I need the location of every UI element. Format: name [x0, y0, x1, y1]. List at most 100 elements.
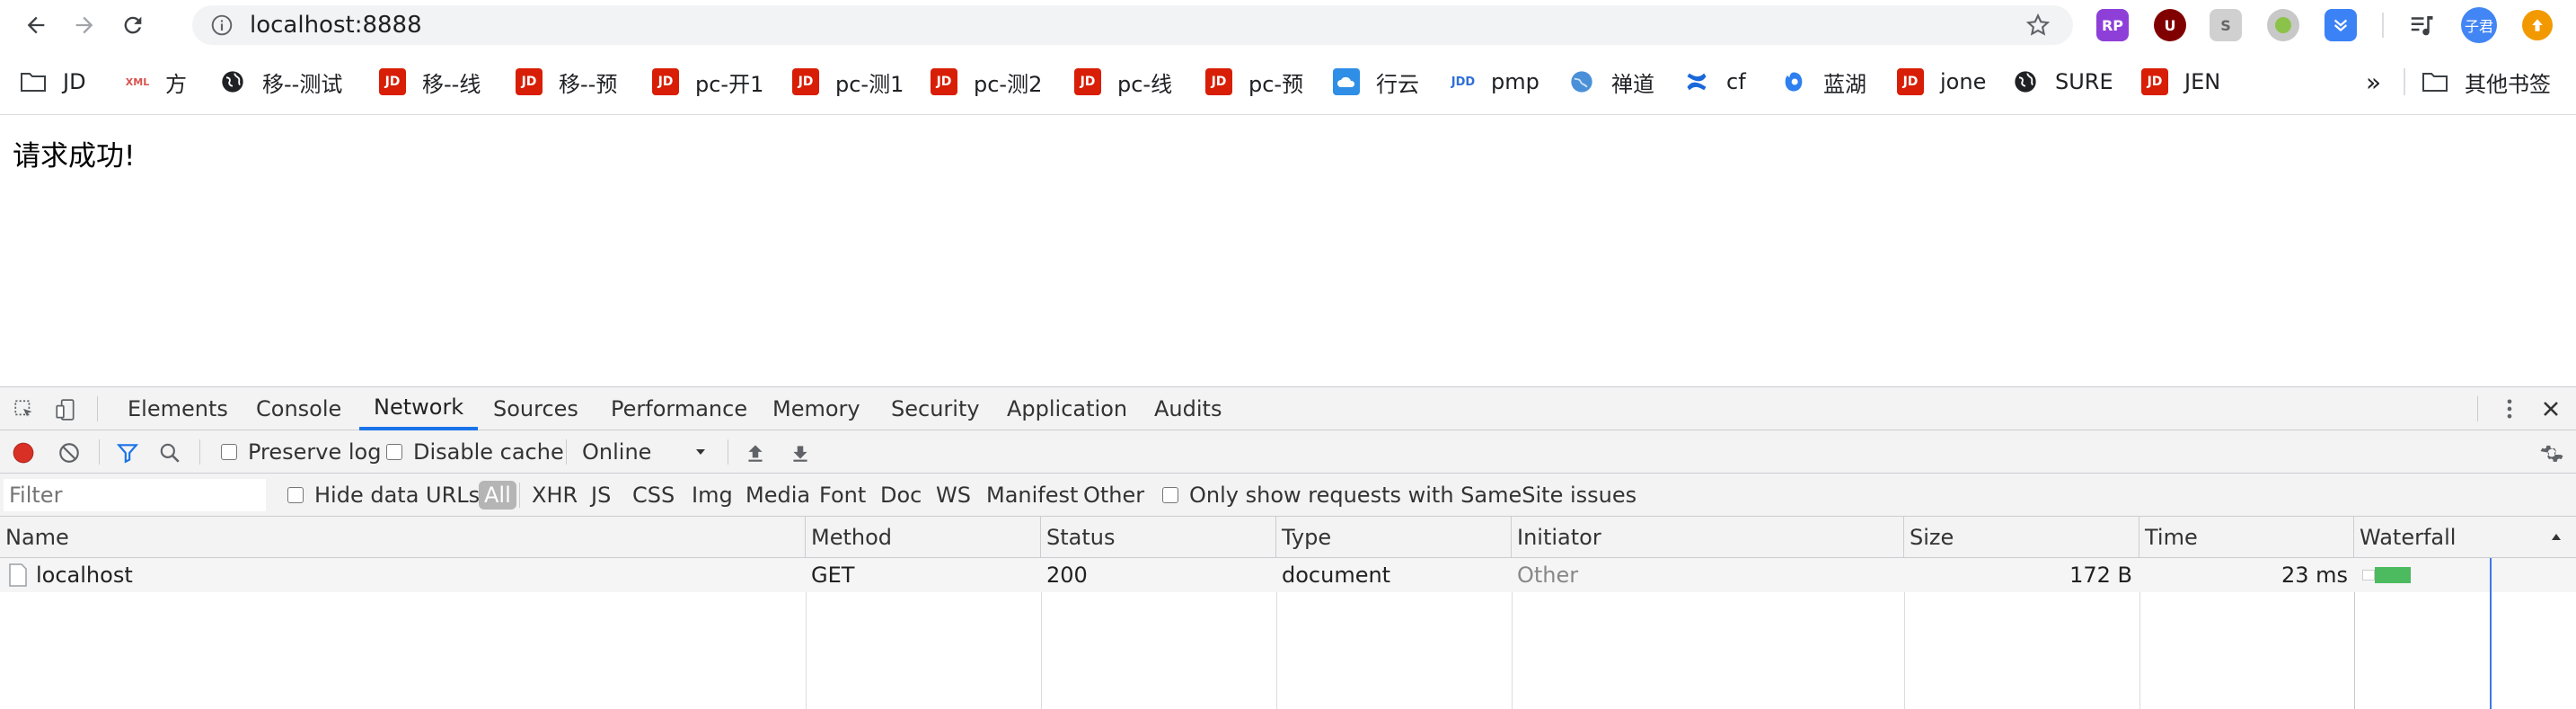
bookmark-label: pmp [1491, 69, 1539, 94]
tab-audits[interactable]: Audits [1154, 387, 1222, 430]
bookmarks-overflow-button[interactable]: » [2366, 50, 2381, 113]
bookmark-item[interactable]: JD pc-预 [1205, 50, 1303, 113]
bookmark-item[interactable]: 禅道 [1568, 50, 1654, 113]
device-toolbar-icon[interactable] [54, 398, 77, 421]
tab-performance[interactable]: Performance [611, 387, 747, 430]
type-filter-js[interactable]: JS [591, 474, 611, 517]
bookmarks-bar: JD XML 方 移--测试 JD 移--线 JD 移--预 JD pc-开1 JD pc… [0, 50, 2576, 115]
filter-toggle-button[interactable] [115, 441, 140, 465]
type-filter-label: Img [692, 483, 733, 508]
type-filter-img[interactable]: Img [692, 474, 733, 517]
preserve-log-checkbox[interactable]: Preserve log [221, 430, 381, 474]
column-header-time[interactable]: Time [2139, 517, 2354, 558]
type-filter-media[interactable]: Media [745, 474, 810, 517]
type-filter-all[interactable]: All [479, 481, 516, 510]
table-row[interactable]: localhost GET 200 document Other 172 B 2… [0, 558, 2576, 592]
reload-button[interactable] [115, 7, 151, 43]
s-extension-label: S [2220, 16, 2231, 34]
rp-extension-icon[interactable]: RP [2096, 9, 2129, 41]
samesite-checkbox[interactable]: Only show requests with SameSite issues [1162, 474, 1636, 517]
tab-application[interactable]: Application [1007, 387, 1127, 430]
bookmark-item[interactable]: JD JEN [2141, 50, 2220, 113]
site-info-icon[interactable] [210, 13, 234, 37]
column-header-name[interactable]: Name [0, 517, 806, 558]
preserve-log-label: Preserve log [248, 439, 382, 465]
column-header-initiator[interactable]: Initiator [1512, 517, 1904, 558]
tab-console[interactable]: Console [256, 387, 341, 430]
tab-elements[interactable]: Elements [128, 387, 228, 430]
checkbox-box[interactable] [386, 444, 402, 460]
network-settings-button[interactable] [2538, 439, 2565, 466]
ublock-icon[interactable]: U [2154, 9, 2186, 41]
gear-icon [2540, 445, 2563, 462]
column-header-size[interactable]: Size [1904, 517, 2139, 558]
throttling-select[interactable]: Online [582, 430, 708, 474]
type-filter-other[interactable]: Other [1083, 474, 1144, 517]
checkbox-box[interactable] [287, 487, 304, 503]
bookmark-item[interactable]: cf [1683, 50, 1746, 113]
more-options-icon[interactable] [2497, 396, 2522, 421]
bookmark-item[interactable]: 行云 [1333, 50, 1419, 113]
download-extension-icon[interactable] [2325, 9, 2357, 41]
address-bar[interactable]: localhost:8888 [192, 5, 2073, 45]
type-filter-ws[interactable]: WS [936, 474, 971, 517]
bookmark-star-icon[interactable] [2025, 12, 2051, 39]
type-filter-xhr[interactable]: XHR [532, 474, 578, 517]
search-button[interactable] [158, 441, 181, 465]
bookmark-item[interactable]: JD jone [1897, 50, 1986, 113]
request-name-cell[interactable]: localhost [4, 558, 133, 592]
search-icon [160, 443, 180, 463]
s-extension-icon[interactable]: S [2210, 9, 2242, 41]
type-filter-doc[interactable]: Doc [880, 474, 922, 517]
media-control-icon[interactable] [2405, 9, 2438, 41]
bookmark-label: 方 [165, 71, 187, 97]
type-filter-manifest[interactable]: Manifest [986, 474, 1078, 517]
type-filter-css[interactable]: CSS [632, 474, 675, 517]
bookmark-item[interactable]: JDD pmp [1448, 50, 1539, 113]
tab-network[interactable]: Network [359, 387, 479, 430]
bookmark-item[interactable]: SURE [2012, 50, 2113, 113]
filter-input[interactable] [4, 479, 266, 511]
type-filter-label: Font [819, 483, 867, 508]
lanhu-icon [1780, 68, 1807, 95]
disable-cache-checkbox[interactable]: Disable cache [386, 430, 564, 474]
url-text[interactable]: localhost:8888 [250, 12, 422, 39]
bookmark-label: 蓝湖 [1823, 71, 1866, 97]
profile-avatar[interactable]: 子君 [2461, 7, 2497, 43]
close-devtools-icon[interactable] [2538, 396, 2563, 421]
bookmark-item[interactable]: 蓝湖 [1780, 50, 1866, 113]
clear-button[interactable] [57, 441, 81, 465]
column-header-type[interactable]: Type [1276, 517, 1512, 558]
hide-data-urls-checkbox[interactable]: Hide data URLs [287, 474, 480, 517]
column-header-waterfall[interactable]: Waterfall [2354, 517, 2576, 558]
checkbox-box[interactable] [1162, 487, 1178, 503]
import-har-button[interactable] [744, 441, 767, 465]
bookmark-item[interactable]: 移--测试 [219, 50, 342, 113]
bookmark-item[interactable]: JD 移--预 [516, 50, 617, 113]
bookmark-item[interactable]: JD pc-测2 [931, 50, 1042, 113]
bookmark-item[interactable]: JD 移--线 [379, 50, 481, 113]
export-har-button[interactable] [789, 441, 812, 465]
tab-security[interactable]: Security [891, 387, 980, 430]
record-button[interactable] [12, 441, 35, 465]
checkbox-box[interactable] [221, 444, 237, 460]
tab-sources[interactable]: Sources [493, 387, 578, 430]
bookmark-item[interactable]: XML 方 [122, 50, 187, 113]
back-button[interactable] [18, 7, 54, 43]
bookmark-item[interactable]: JD pc-开1 [652, 50, 763, 113]
bookmark-item[interactable]: JD pc-线 [1074, 50, 1172, 113]
update-icon[interactable] [2522, 10, 2553, 40]
green-circle-extension-icon[interactable] [2267, 9, 2299, 41]
column-header-status[interactable]: Status [1041, 517, 1276, 558]
column-header-method[interactable]: Method [806, 517, 1041, 558]
samesite-label: Only show requests with SameSite issues [1189, 483, 1637, 508]
other-bookmarks-folder[interactable]: 其他书签 [2422, 50, 2551, 113]
tab-memory[interactable]: Memory [772, 387, 860, 430]
confluence-icon [1683, 68, 1710, 95]
bookmark-item[interactable]: JD [20, 50, 86, 113]
bookmark-item[interactable]: JD pc-测1 [792, 50, 904, 113]
type-filter-font[interactable]: Font [819, 474, 866, 517]
inspect-element-icon[interactable] [13, 398, 36, 421]
forward-button[interactable] [66, 7, 102, 43]
bookmark-label: JD [63, 69, 86, 94]
